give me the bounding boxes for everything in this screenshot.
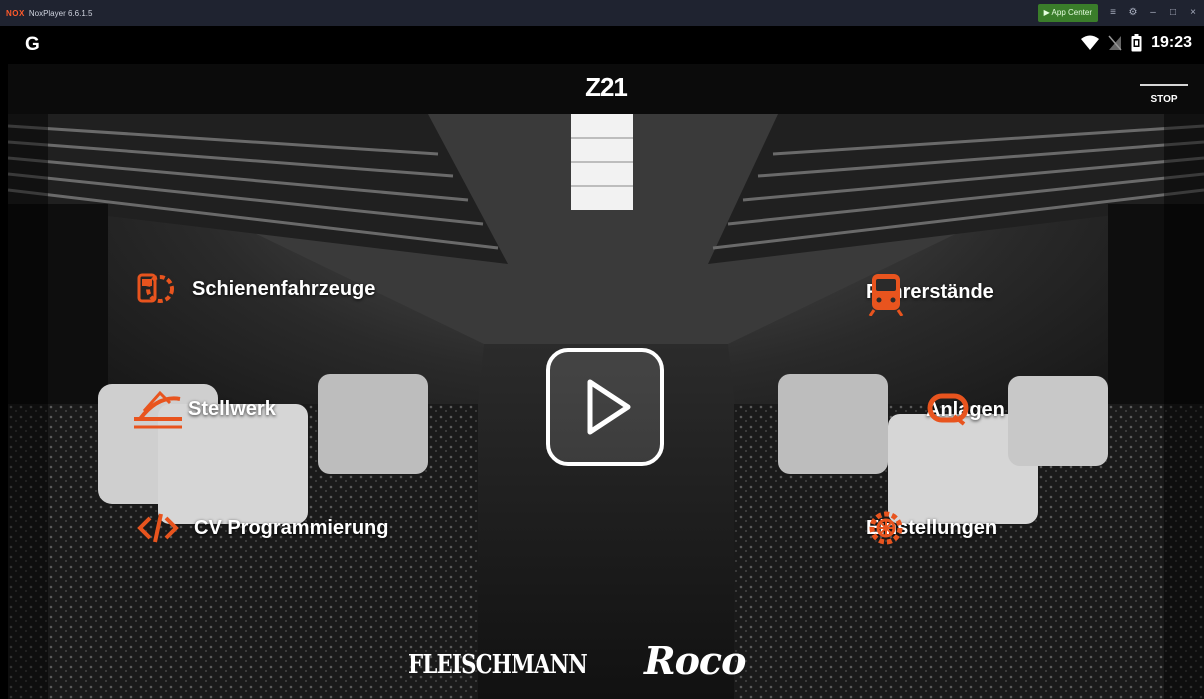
track-loop-icon (927, 390, 1063, 430)
menu-label-cv-programmierung: CV Programmierung (194, 516, 389, 539)
gear-icon (869, 508, 1055, 548)
menu-stellwerk[interactable]: Stellwerk (130, 389, 276, 429)
wifi-icon (1081, 35, 1100, 50)
track-switch-icon (130, 389, 182, 429)
play-icon (587, 379, 631, 435)
clock: 19:23 (1151, 34, 1192, 51)
android-status-bar: G 19:23 (8, 26, 1204, 64)
nox-logo: NOX (6, 8, 25, 18)
emulator-menu-icon[interactable]: ≡ (1108, 8, 1118, 18)
emulator-controls: ▶ App Center ≡ ⚙ – □ × (1037, 0, 1198, 26)
status-icons: 19:23 (1081, 34, 1192, 52)
app-title: Z21 (585, 72, 628, 102)
app-center-label: App Center (1051, 8, 1092, 17)
menu-schienenfahrzeuge[interactable]: Schienenfahrzeuge (134, 269, 375, 309)
emulator-title: NoxPlayer 6.6.1.5 (28, 8, 93, 18)
stop-label: STOP (1150, 94, 1178, 105)
maximize-icon[interactable]: □ (1168, 8, 1178, 18)
menu-label-schienenfahrzeuge: Schienenfahrzeuge (192, 277, 376, 300)
roco-logo: Roco (644, 638, 746, 683)
menu-einstellungen[interactable]: Einstellungen (866, 508, 1055, 548)
emulator-title-bar: NOX NoxPlayer 6.6.1.5 ▶ App Center ≡ ⚙ –… (0, 0, 1204, 26)
locomotive-gear-icon (134, 269, 178, 309)
stop-button[interactable]: STOP (1140, 80, 1188, 110)
emulator-settings-icon[interactable]: ⚙ (1128, 8, 1138, 18)
menu-label-stellwerk: Stellwerk (188, 397, 276, 420)
fleischmann-logo: FLEISCHMANN (408, 650, 588, 680)
train-front-icon (868, 272, 1052, 316)
play-button[interactable] (546, 348, 664, 466)
no-sim-icon (1108, 35, 1122, 51)
close-icon[interactable]: × (1188, 8, 1198, 18)
app-center-button[interactable]: ▶ App Center (1037, 4, 1098, 22)
menu-cv-programmierung[interactable]: CV Programmierung (136, 508, 388, 548)
stop-indicator-line (1140, 84, 1188, 86)
google-icon: G (25, 34, 40, 55)
menu-anlagen[interactable]: Anlagen (926, 390, 1063, 430)
train-interior-background: Schienenfahrzeuge Stellwerk CV Programmi… (8, 114, 1204, 699)
minimize-icon[interactable]: – (1148, 8, 1158, 18)
menu-fuehrerstaende[interactable]: Führerstände (866, 272, 1052, 316)
app-toolbar: Z21 STOP (8, 64, 1204, 114)
screen: NOX NoxPlayer 6.6.1.5 ▶ App Center ≡ ⚙ –… (0, 0, 1204, 699)
code-icon (136, 508, 180, 548)
battery-icon (1131, 34, 1142, 52)
